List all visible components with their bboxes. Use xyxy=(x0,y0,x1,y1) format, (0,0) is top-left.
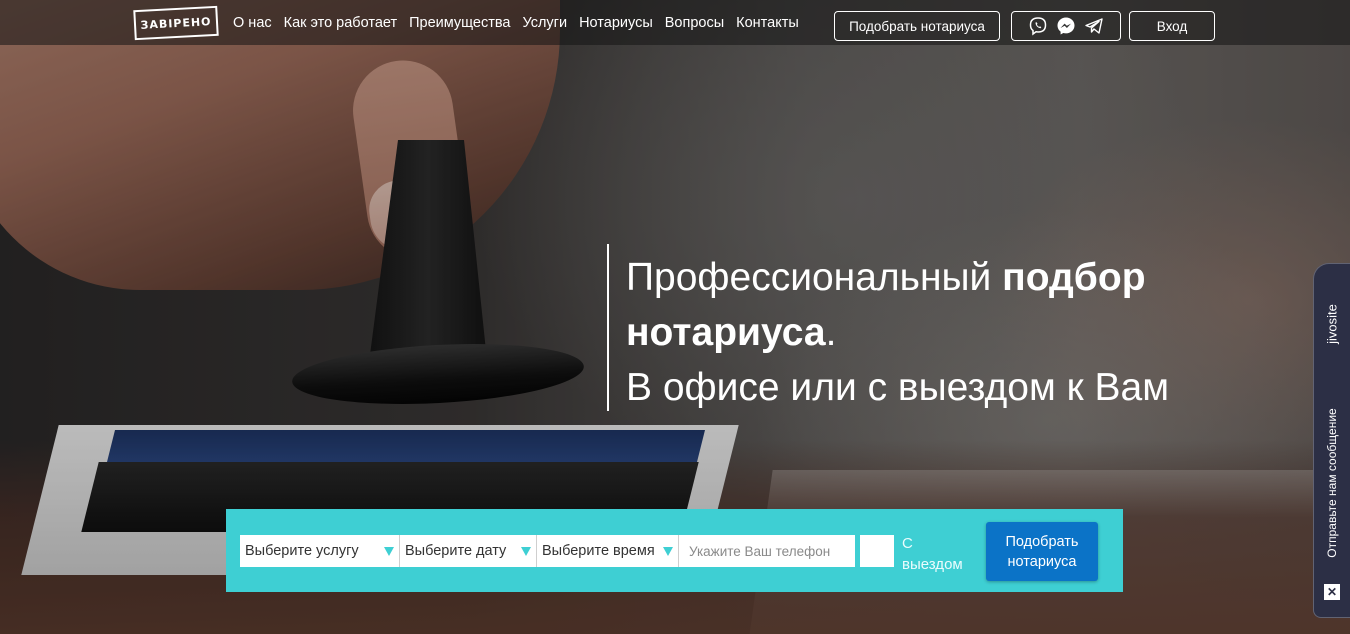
nav-link-services[interactable]: Услуги xyxy=(522,15,567,31)
time-select-value: Выберите время xyxy=(542,543,655,559)
hero-headline: Профессиональный подбор нотариуса. В офи… xyxy=(626,250,1169,415)
hero-line-1: Профессиональный подбор xyxy=(626,256,1146,299)
chat-widget-label: Отправьте нам сообщение xyxy=(1325,408,1339,558)
service-select-value: Выберите услугу xyxy=(245,543,359,559)
find-notary-submit-button[interactable]: Подобрать нотариуса xyxy=(986,522,1098,581)
site-logo[interactable]: ЗАВІРЕНО xyxy=(133,5,219,41)
hero-line-3: В офисе или с выездом к Вам xyxy=(626,366,1170,409)
nav-link-advantages[interactable]: Преимущества xyxy=(409,15,510,31)
service-select[interactable]: Выберите услугу xyxy=(240,535,400,567)
viber-icon[interactable] xyxy=(1028,16,1048,36)
messenger-icon[interactable] xyxy=(1056,16,1076,36)
telegram-icon[interactable] xyxy=(1084,16,1104,36)
chat-widget-brand: jivosite xyxy=(1324,304,1340,344)
find-notary-nav-button[interactable]: Подобрать нотариуса xyxy=(834,11,1000,41)
form-fields-row: Выберите услугу Выберите дату Выберите в… xyxy=(240,535,855,567)
date-select-value: Выберите дату xyxy=(405,543,507,559)
login-button[interactable]: Вход xyxy=(1129,11,1215,41)
chevron-down-icon xyxy=(663,547,673,556)
outcall-checkbox-label: С выездом xyxy=(902,535,963,573)
time-select[interactable]: Выберите время xyxy=(537,535,679,567)
date-select[interactable]: Выберите дату xyxy=(400,535,537,567)
chat-widget-tab[interactable]: jivosite Отправьте нам сообщение ✕ xyxy=(1313,263,1350,618)
chevron-down-icon xyxy=(384,547,394,556)
nav-link-about[interactable]: О нас xyxy=(233,15,272,31)
nav-link-contacts[interactable]: Контакты xyxy=(736,15,799,31)
hero-line-2: нотариуса. xyxy=(626,311,837,354)
messengers-button-group xyxy=(1011,11,1121,41)
nav-link-how-it-works[interactable]: Как это работает xyxy=(284,15,397,31)
main-nav: О нас Как это работает Преимущества Услу… xyxy=(233,0,799,45)
top-navbar: ЗАВІРЕНО О нас Как это работает Преимуще… xyxy=(0,0,1350,45)
close-icon[interactable]: ✕ xyxy=(1324,584,1340,600)
notary-search-form: Выберите услугу Выберите дату Выберите в… xyxy=(226,509,1123,592)
chevron-down-icon xyxy=(521,547,531,556)
phone-input[interactable] xyxy=(679,535,855,567)
nav-link-faq[interactable]: Вопросы xyxy=(665,15,724,31)
nav-link-notaries[interactable]: Нотариусы xyxy=(579,15,653,31)
hero-divider-line xyxy=(607,244,609,411)
outcall-checkbox[interactable] xyxy=(860,535,894,567)
